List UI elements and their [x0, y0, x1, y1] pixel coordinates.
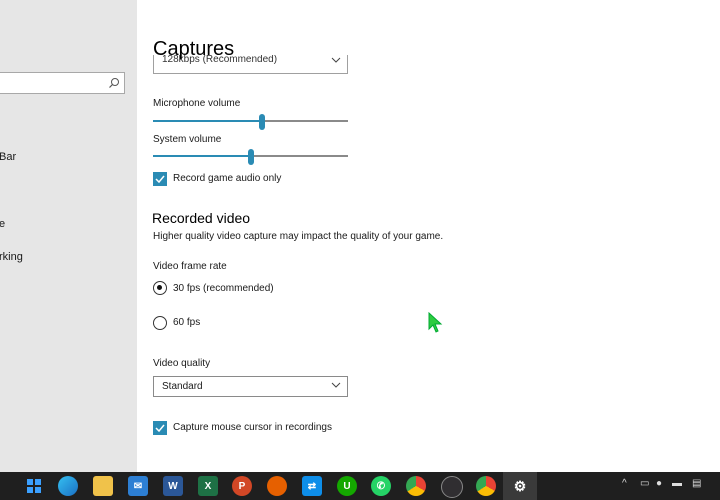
settings-gear-icon[interactable]: ⚙ [510, 476, 530, 496]
fps-30-radio[interactable] [153, 281, 167, 295]
sidebar-item-networking[interactable]: rking [0, 251, 23, 263]
recorded-video-description: Higher quality video capture may impact … [153, 231, 444, 242]
mail-icon[interactable]: ✉ [128, 476, 148, 496]
video-quality-label: Video quality [153, 358, 211, 369]
microphone-icon[interactable]: ● [656, 478, 662, 489]
chevron-up-icon[interactable]: ^ [622, 478, 627, 489]
record-game-audio-checkbox[interactable] [153, 172, 167, 186]
file-explorer-icon[interactable] [93, 476, 113, 496]
video-frame-rate-label: Video frame rate [153, 261, 227, 272]
page-title: Captures [153, 38, 235, 60]
slider-thumb[interactable] [247, 149, 254, 165]
excel-icon[interactable]: X [198, 476, 218, 496]
recorded-video-heading: Recorded video [152, 210, 251, 226]
mouse-pointer-icon [428, 312, 443, 333]
word-icon[interactable]: W [163, 476, 183, 496]
settings-sidebar: Bar e rking [0, 0, 137, 472]
chevron-down-icon [331, 382, 341, 388]
teamviewer-icon[interactable]: ⇄ [302, 476, 322, 496]
slider-thumb[interactable] [259, 114, 266, 130]
captures-settings-page: 128kbps (Recommended) Captures Microphon… [137, 0, 720, 472]
system-volume-slider[interactable] [153, 149, 348, 165]
powerpoint-icon[interactable]: P [232, 476, 252, 496]
video-quality-dropdown[interactable]: Standard [153, 376, 348, 397]
settings-search-input[interactable] [0, 72, 125, 94]
start-button-icon[interactable] [24, 476, 44, 496]
chevron-down-icon [331, 57, 341, 63]
microphone-volume-label: Microphone volume [153, 98, 241, 109]
chrome-profile-icon[interactable] [476, 476, 496, 496]
firefox-icon[interactable] [267, 476, 287, 496]
upwork-icon[interactable]: U [337, 476, 357, 496]
obs-icon[interactable] [441, 476, 463, 498]
network-icon[interactable]: ▭ [640, 478, 649, 489]
fps-60-radio[interactable] [153, 316, 167, 330]
edge-icon[interactable] [58, 476, 78, 496]
microphone-volume-slider[interactable] [153, 114, 348, 130]
battery-icon[interactable]: ▬ [672, 478, 682, 489]
video-quality-value: Standard [162, 381, 203, 392]
chrome-icon[interactable] [406, 476, 426, 496]
slider-fill [153, 120, 263, 122]
capture-mouse-cursor-label: Capture mouse cursor in recordings [173, 422, 332, 433]
slider-fill [153, 155, 251, 157]
record-game-audio-label: Record game audio only [173, 173, 282, 184]
search-icon [109, 78, 119, 88]
checkmark-icon [155, 175, 165, 184]
sidebar-item-game-bar[interactable]: Bar [0, 151, 16, 163]
whatsapp-icon[interactable]: ✆ [371, 476, 391, 496]
keyboard-icon[interactable]: ▤ [692, 478, 701, 489]
checkmark-icon [155, 424, 165, 433]
fps-60-label: 60 fps [173, 317, 201, 328]
system-volume-label: System volume [153, 134, 222, 145]
taskbar: ✉ W X P ⇄ U ✆ ⚙ ^ ▭ ● ▬ ▤ [0, 472, 720, 500]
capture-mouse-cursor-checkbox[interactable] [153, 421, 167, 435]
sidebar-item-truncated[interactable]: e [0, 218, 5, 230]
fps-30-label: 30 fps (recommended) [173, 283, 274, 294]
